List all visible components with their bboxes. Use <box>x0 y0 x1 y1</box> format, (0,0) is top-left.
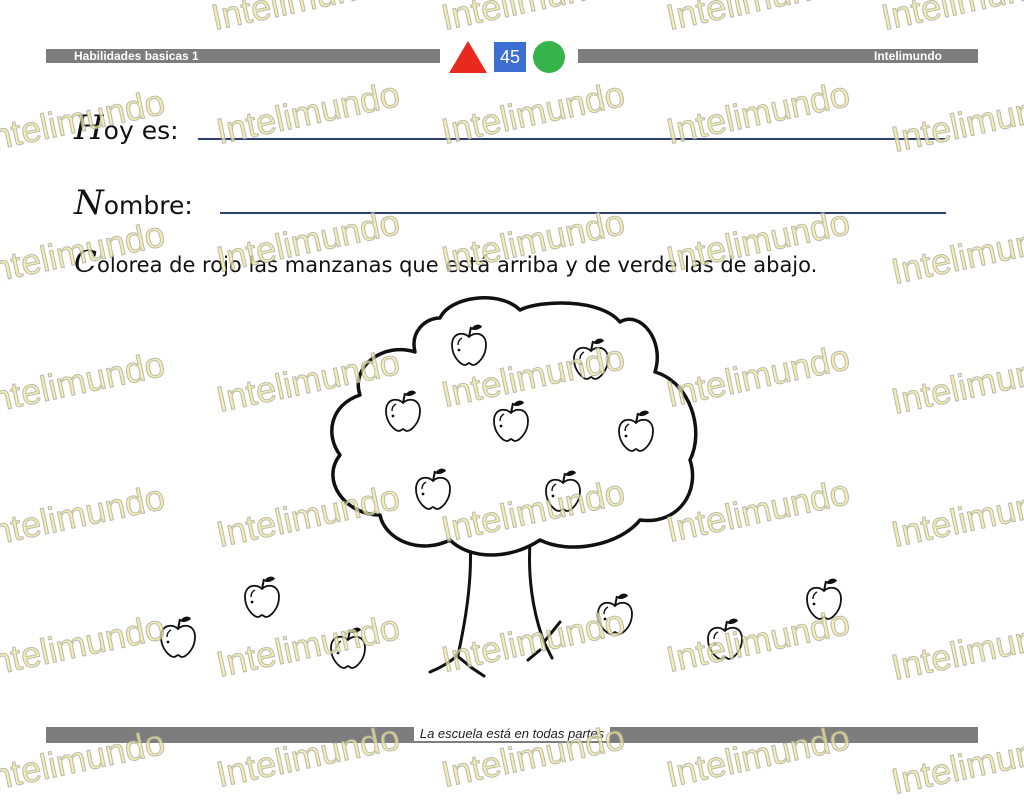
apple-on-ground-icon <box>806 577 842 620</box>
apple-on-ground-icon <box>244 575 280 618</box>
apple-on-ground-icon <box>707 617 743 660</box>
tree-trunk <box>428 538 562 678</box>
apple-on-ground-icon <box>160 615 196 658</box>
apple-on-ground-icon <box>597 592 633 635</box>
apple-tree-illustration <box>160 296 842 678</box>
footer-text: La escuela está en todas partes <box>0 726 1024 741</box>
apple-on-ground-icon <box>330 626 366 669</box>
